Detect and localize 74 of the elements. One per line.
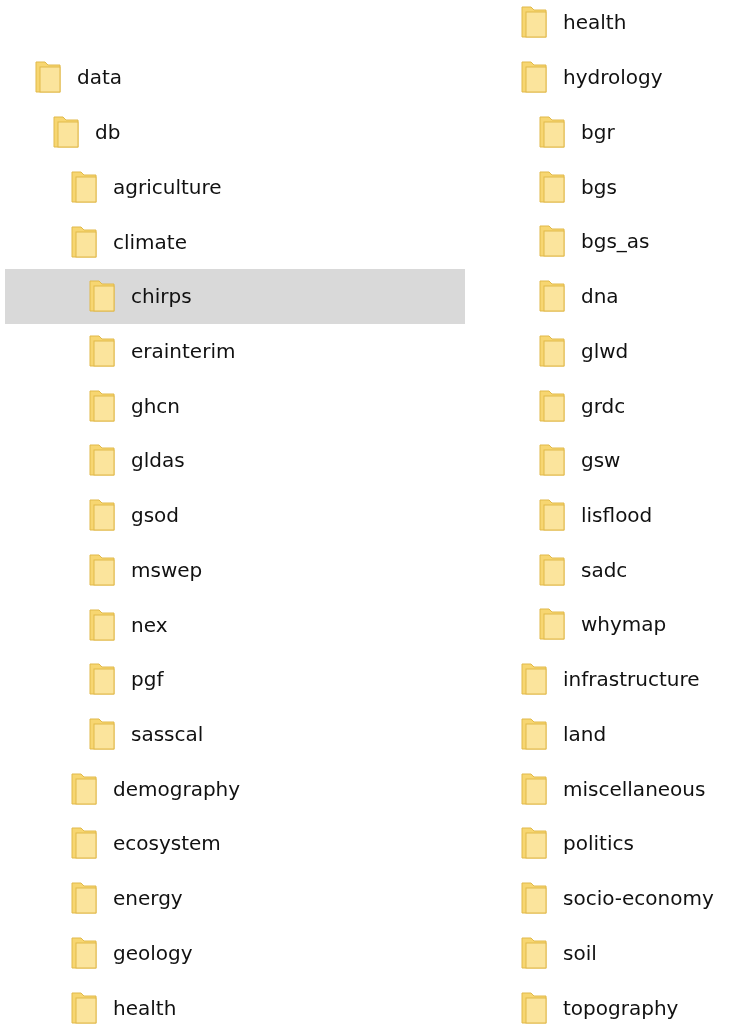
folder-item[interactable]: soil — [505, 925, 745, 981]
folder-icon — [539, 225, 565, 258]
folder-item[interactable]: land — [505, 706, 745, 762]
folder-item[interactable]: lisflood — [505, 487, 745, 543]
folder-icon — [521, 663, 547, 696]
folder-item[interactable]: data — [5, 50, 465, 105]
folder-item[interactable]: bgs_as — [505, 213, 745, 269]
folder-item[interactable]: hydrology — [505, 49, 745, 105]
folder-item[interactable]: health — [5, 980, 465, 1035]
folder-item[interactable]: climate — [5, 214, 465, 269]
folder-icon — [521, 6, 547, 39]
folder-item[interactable]: chirps — [5, 268, 465, 324]
folder-icon — [521, 936, 547, 969]
folder-icon — [539, 444, 565, 477]
folder-icon — [521, 991, 547, 1024]
folder-item[interactable]: pgf — [5, 651, 465, 707]
folder-item[interactable]: agriculture — [5, 159, 465, 215]
folder-icon — [89, 608, 115, 641]
folder-icon — [89, 553, 115, 586]
folder-icon — [539, 498, 565, 531]
folder-item[interactable]: nex — [5, 597, 465, 652]
folder-icon — [89, 280, 115, 313]
folder-icon — [71, 225, 97, 258]
folder-icon — [71, 936, 97, 969]
folder-item[interactable]: sadc — [505, 542, 745, 598]
folder-icon — [89, 718, 115, 750]
folder-icon — [89, 389, 115, 422]
folder-icon — [71, 827, 97, 860]
folder-item[interactable]: gsw — [505, 432, 745, 488]
folder-item[interactable]: socio-economy — [505, 870, 745, 926]
folder-icon — [539, 334, 565, 367]
folder-icon — [521, 882, 547, 915]
folder-item[interactable]: ecosystem — [5, 816, 465, 871]
folder-icon — [521, 717, 547, 750]
folder-icon — [521, 61, 547, 94]
folder-item[interactable]: gsod — [5, 487, 465, 543]
folder-item[interactable]: geology — [5, 925, 465, 981]
folder-item[interactable]: glwd — [505, 323, 745, 379]
folder-item[interactable]: health — [505, 0, 745, 50]
folder-icon — [539, 115, 565, 148]
folder-icon — [71, 991, 97, 1024]
folder-item[interactable]: bgs — [505, 159, 745, 214]
folder-item[interactable]: sasscal — [5, 706, 465, 762]
folder-item[interactable]: miscellaneous — [505, 761, 745, 816]
folder-icon — [53, 116, 79, 149]
folder-icon — [71, 882, 97, 915]
folder-icon — [71, 772, 97, 805]
folder-icon — [35, 61, 61, 94]
folder-icon — [89, 334, 115, 367]
folder-icon — [539, 170, 565, 203]
folder-icon — [539, 553, 565, 586]
folder-item[interactable]: infrastructure — [505, 651, 745, 707]
folder-item[interactable]: whymap — [505, 597, 745, 652]
folder-icon — [539, 389, 565, 422]
folder-item[interactable]: energy — [5, 870, 465, 926]
folder-icon — [521, 827, 547, 860]
folder-item[interactable]: demography — [5, 761, 465, 817]
folder-item[interactable]: politics — [505, 816, 745, 871]
folder-item[interactable]: mswep — [5, 542, 465, 598]
folder-item[interactable]: db — [5, 104, 465, 160]
folder-icon — [89, 444, 115, 477]
folder-icon — [71, 170, 97, 203]
folder-icon — [89, 663, 115, 696]
folder-icon — [89, 499, 115, 532]
folder-item[interactable]: bgr — [505, 104, 745, 160]
folder-item[interactable]: grdc — [505, 378, 745, 433]
folder-icon — [521, 772, 547, 805]
folder-item[interactable]: gldas — [5, 433, 465, 488]
folder-icon — [539, 280, 565, 313]
folder-item[interactable]: erainterim — [5, 323, 465, 379]
folder-icon — [539, 608, 565, 641]
folder-item[interactable]: dna — [505, 268, 745, 324]
folder-item[interactable]: topography — [505, 980, 745, 1035]
folder-item[interactable]: ghcn — [5, 378, 465, 434]
